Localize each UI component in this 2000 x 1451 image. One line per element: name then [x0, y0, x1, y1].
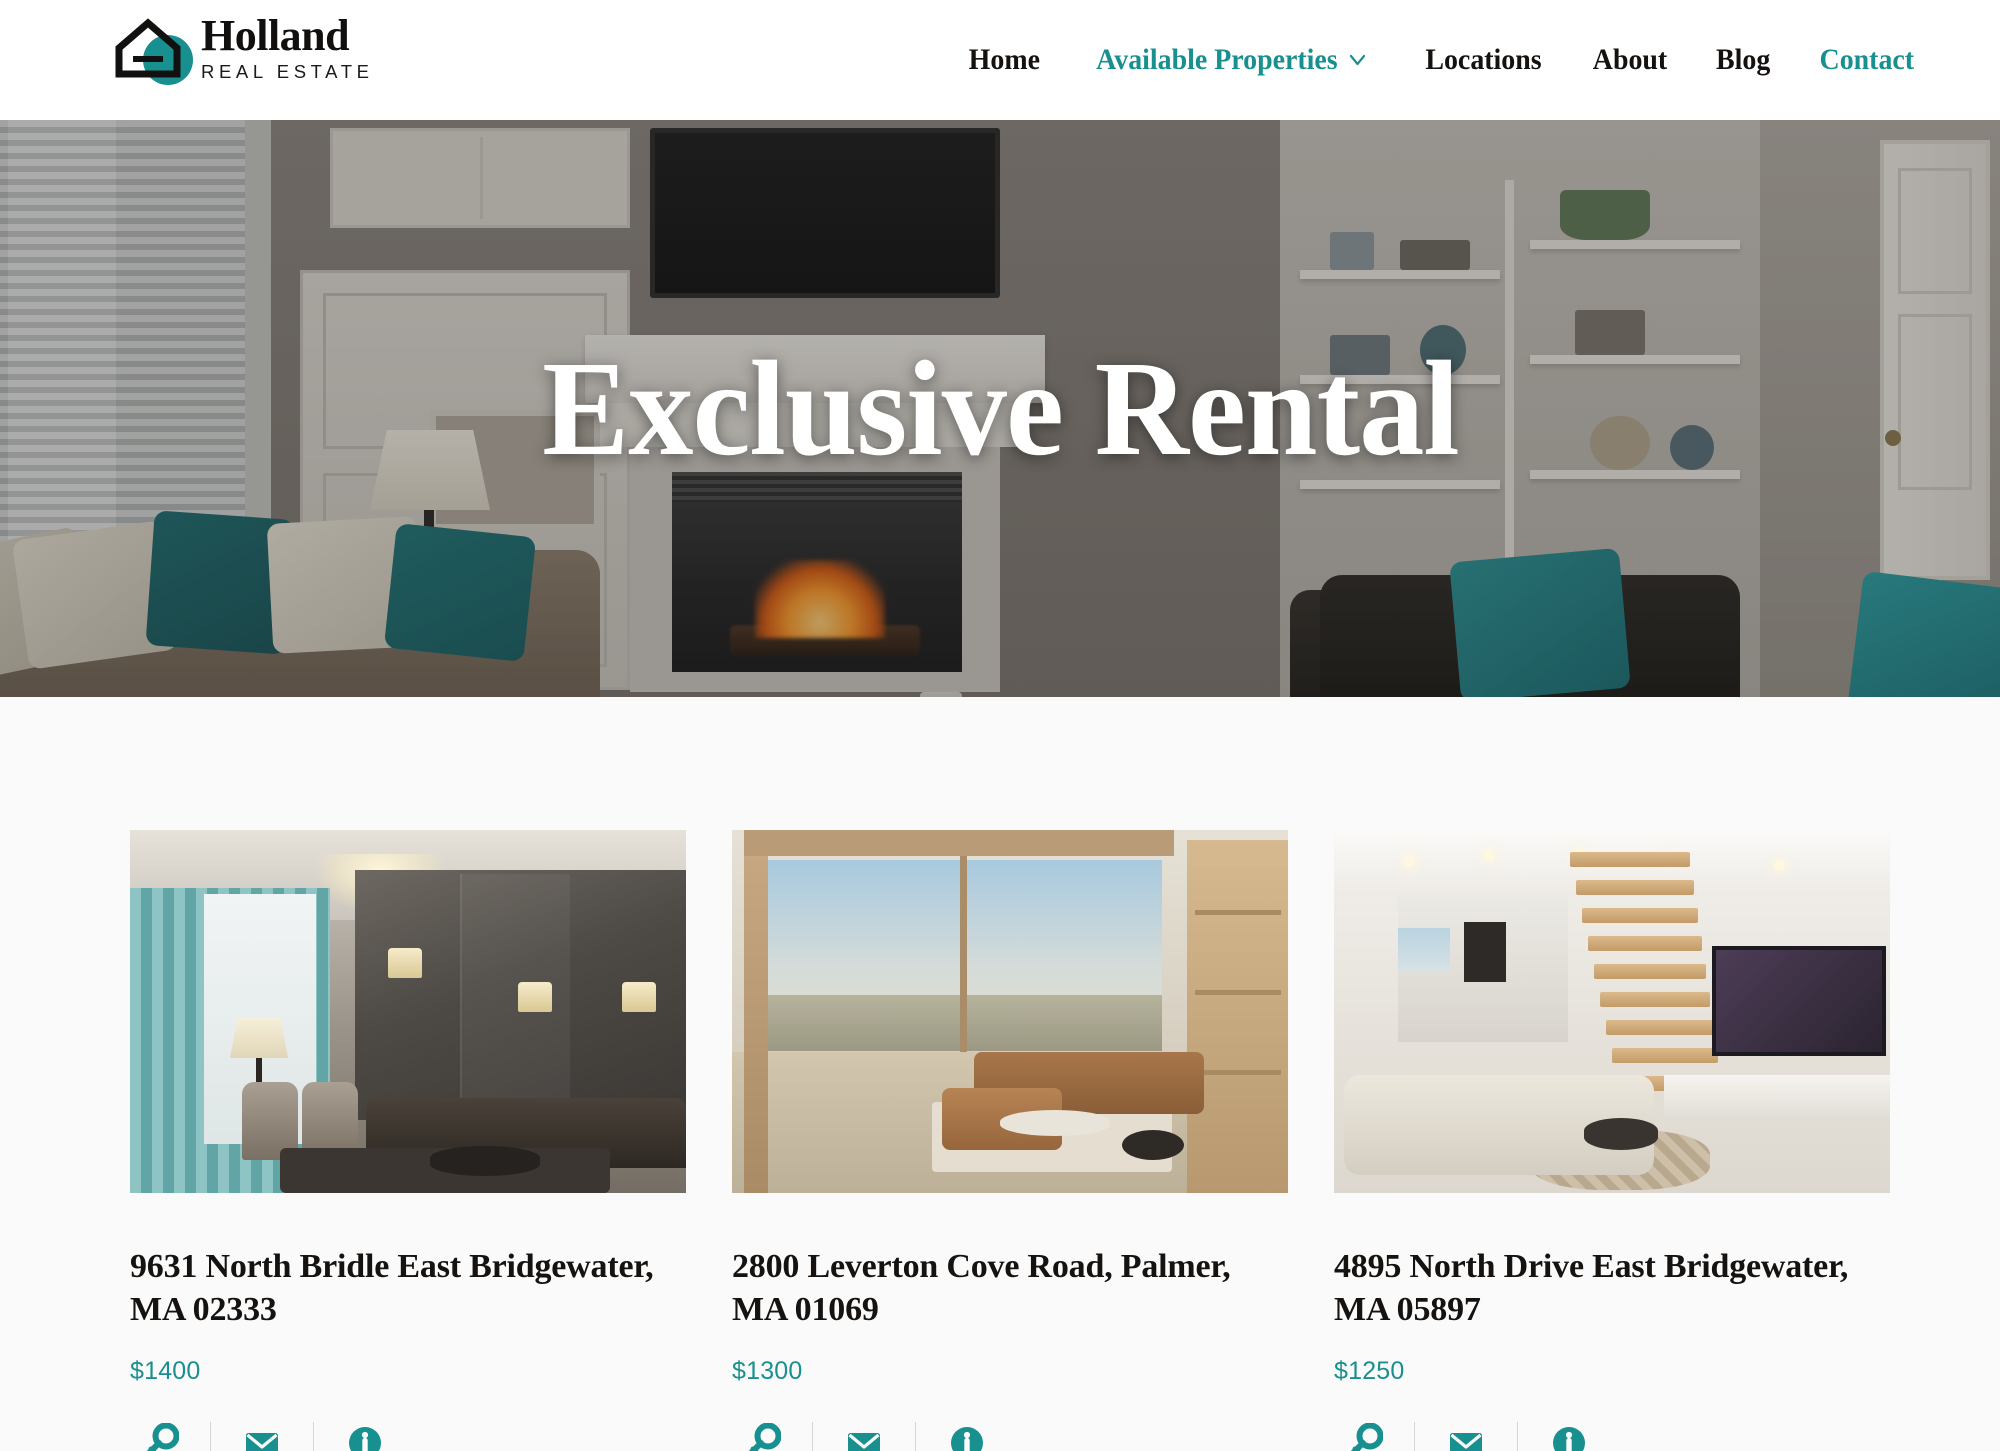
house-outline-icon [115, 18, 181, 78]
nav-label: Blog [1716, 43, 1771, 76]
main-navigation: Home Available Properties Locations Abou… [944, 0, 1940, 120]
contact-mail-button[interactable] [1437, 1423, 1495, 1451]
nav-item-locations[interactable]: Locations [1405, 43, 1562, 77]
envelope-icon [246, 1433, 278, 1451]
action-divider [1414, 1422, 1415, 1451]
nav-label: About [1592, 43, 1668, 76]
nav-label: Locations [1425, 43, 1542, 76]
brand-tagline: REAL ESTATE [201, 61, 374, 83]
rent-key-button[interactable] [130, 1423, 188, 1451]
property-image[interactable] [732, 830, 1288, 1193]
details-info-button[interactable] [1540, 1423, 1598, 1451]
property-card[interactable]: 4895 North Drive East Bridgewater, MA 05… [1334, 830, 1890, 1451]
property-actions [130, 1422, 686, 1451]
envelope-icon [848, 1433, 880, 1451]
property-price: $1300 [732, 1357, 803, 1386]
rent-key-button[interactable] [732, 1423, 790, 1451]
property-card[interactable]: 9631 North Bridle East Bridgewater, MA 0… [130, 830, 686, 1451]
envelope-icon [1450, 1433, 1482, 1451]
property-image[interactable] [1334, 830, 1890, 1193]
key-icon [1351, 1423, 1383, 1451]
nav-item-contact[interactable]: Contact [1799, 43, 1934, 77]
action-divider [1517, 1422, 1518, 1451]
key-icon [147, 1423, 179, 1451]
page-root: Holland REAL ESTATE Home Available Prope… [0, 0, 2000, 1451]
action-divider [210, 1422, 211, 1451]
property-title: 4895 North Drive East Bridgewater, MA 05… [1334, 1248, 1849, 1329]
property-price: $1250 [1334, 1357, 1405, 1386]
property-image[interactable] [130, 830, 686, 1193]
logo-mark [113, 10, 193, 85]
brand-logo[interactable]: Holland REAL ESTATE [113, 10, 374, 85]
nav-label: Available Properties [1096, 43, 1338, 76]
nav-item-about[interactable]: About [1572, 43, 1687, 77]
hero-title-wrap: Exclusive Rental [0, 120, 2000, 697]
logo-text: Holland REAL ESTATE [201, 12, 374, 82]
property-title: 2800 Leverton Cove Road, Palmer, MA 0106… [732, 1248, 1231, 1329]
property-grid: 9631 North Bridle East Bridgewater, MA 0… [130, 830, 1890, 1451]
contact-mail-button[interactable] [233, 1423, 291, 1451]
property-price: $1400 [130, 1357, 201, 1386]
details-info-button[interactable] [336, 1423, 394, 1451]
site-header: Holland REAL ESTATE Home Available Prope… [0, 0, 2000, 120]
details-info-button[interactable] [938, 1423, 996, 1451]
key-icon [749, 1423, 781, 1451]
nav-item-home[interactable]: Home [948, 43, 1060, 77]
action-divider [915, 1422, 916, 1451]
nav-item-available-properties[interactable]: Available Properties [1076, 43, 1387, 77]
nav-label: Contact [1819, 43, 1915, 76]
rent-key-button[interactable] [1334, 1423, 1392, 1451]
property-card[interactable]: 2800 Leverton Cove Road, Palmer, MA 0106… [732, 830, 1288, 1451]
listings-section: 9631 North Bridle East Bridgewater, MA 0… [0, 697, 2000, 1451]
action-divider [812, 1422, 813, 1451]
hero-banner: Exclusive Rental [0, 120, 2000, 697]
property-actions [732, 1422, 1288, 1451]
hero-title: Exclusive Rental [541, 333, 1460, 484]
info-circle-icon [951, 1427, 983, 1451]
brand-name: Holland [201, 11, 350, 61]
property-actions [1334, 1422, 1890, 1451]
contact-mail-button[interactable] [835, 1423, 893, 1451]
nav-item-blog[interactable]: Blog [1696, 43, 1791, 77]
property-title: 9631 North Bridle East Bridgewater, MA 0… [130, 1248, 654, 1329]
info-circle-icon [349, 1427, 381, 1451]
nav-label: Home [968, 43, 1040, 76]
chevron-down-icon [1349, 54, 1366, 66]
action-divider [313, 1422, 314, 1451]
info-circle-icon [1553, 1427, 1585, 1451]
